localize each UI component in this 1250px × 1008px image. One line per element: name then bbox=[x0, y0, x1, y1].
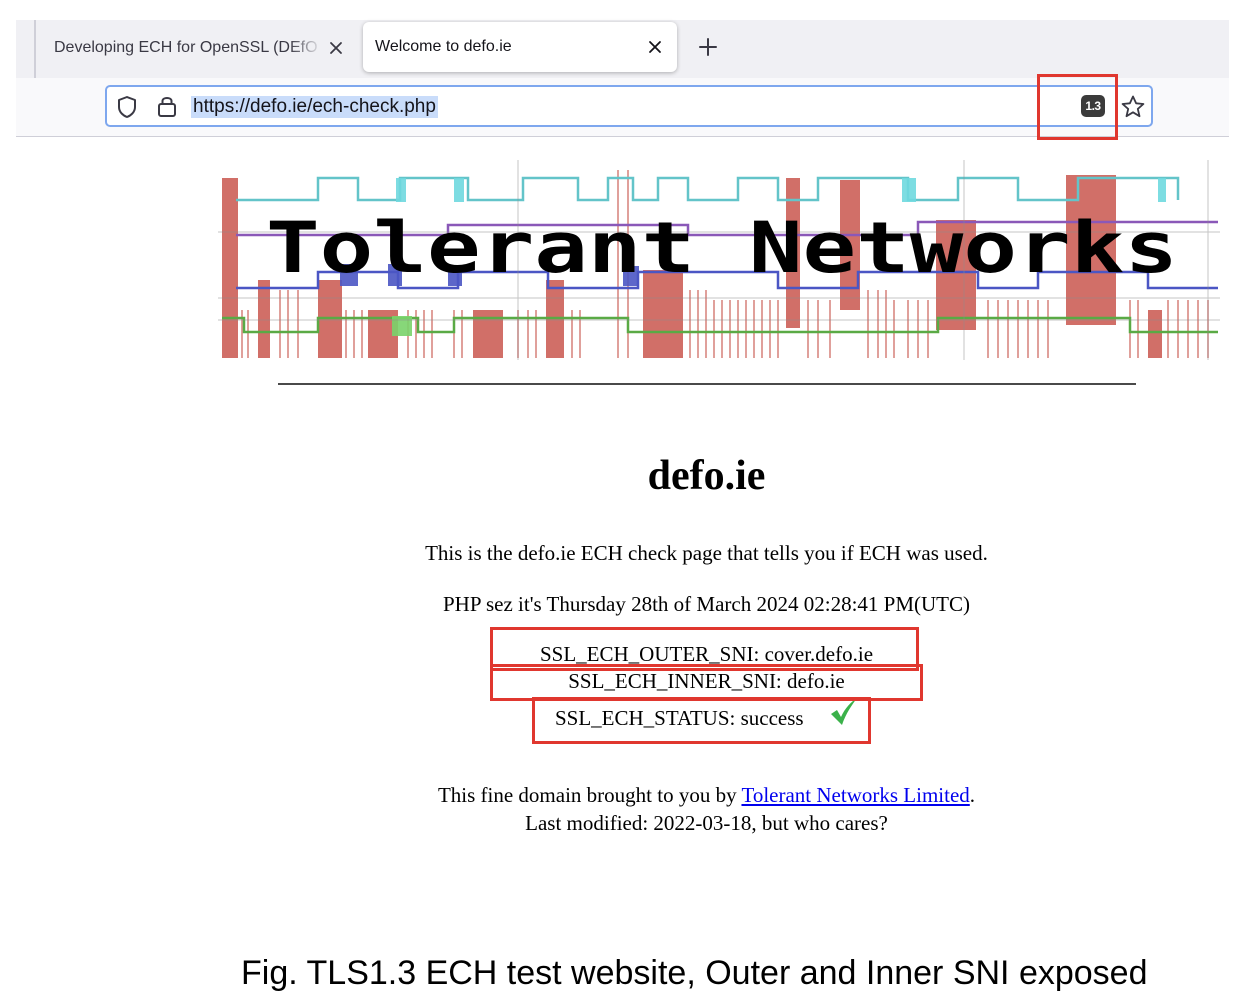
lock-icon[interactable] bbox=[156, 94, 178, 118]
inner-sni-highlight bbox=[490, 664, 923, 701]
bookmark-star-icon[interactable] bbox=[1120, 94, 1146, 120]
banner-graphic: Tolerant Networks bbox=[218, 160, 1220, 360]
figure-caption: Fig. TLS1.3 ECH test website, Outer and … bbox=[241, 954, 1148, 992]
page-title: defo.ie bbox=[647, 453, 766, 499]
tab-welcome-defo[interactable]: Welcome to defo.ie bbox=[363, 22, 677, 72]
shield-icon[interactable] bbox=[116, 95, 138, 119]
footer-credit: This fine domain brought to you by Toler… bbox=[0, 783, 1250, 808]
last-modified: Last modified: 2022-03-18, but who cares… bbox=[525, 811, 888, 835]
new-tab-icon[interactable] bbox=[698, 37, 718, 57]
footer-suffix: . bbox=[969, 783, 976, 807]
intro-text: This is the defo.ie ECH check page that … bbox=[425, 541, 988, 565]
php-timestamp: PHP sez it's Thursday 28th of March 2024… bbox=[442, 592, 970, 616]
status-highlight bbox=[532, 697, 871, 744]
close-icon[interactable] bbox=[647, 39, 663, 55]
tab-developing-ech[interactable]: Developing ECH for OpenSSL (DEfO bbox=[36, 26, 354, 70]
horizontal-rule bbox=[278, 383, 1136, 385]
banner-title: Tolerant Networks bbox=[266, 207, 1178, 289]
url-text[interactable]: https://defo.ie/ech-check.php bbox=[191, 96, 438, 118]
footer-prefix: This fine domain brought to you by bbox=[437, 783, 742, 807]
tab-title: Developing ECH for OpenSSL (DEfO bbox=[54, 39, 318, 56]
tls-badge-highlight bbox=[1037, 74, 1118, 140]
tolerant-networks-link[interactable]: Tolerant Networks Limited bbox=[741, 783, 969, 807]
tolerant-networks-banner: Tolerant Networks bbox=[218, 160, 1220, 360]
close-icon[interactable] bbox=[328, 40, 344, 56]
tab-title: Welcome to defo.ie bbox=[375, 38, 512, 55]
